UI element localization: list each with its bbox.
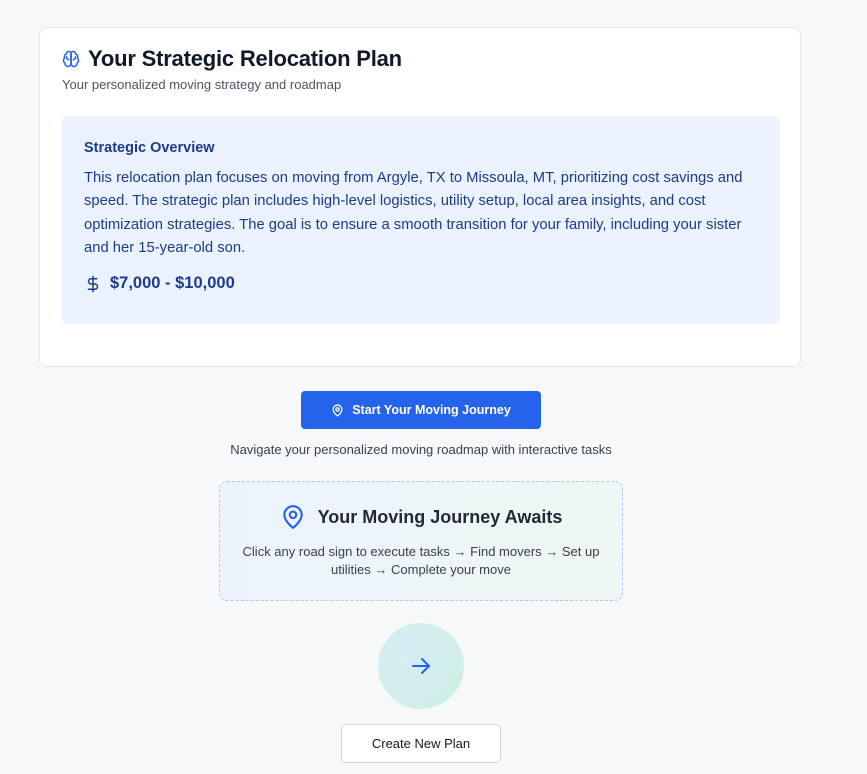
overview-heading: Strategic Overview [84, 140, 215, 156]
page: Your Strategic Relocation Plan Your pers… [0, 0, 867, 774]
dollar-icon [87, 275, 99, 292]
plan-header: Your Strategic Relocation Plan [62, 46, 402, 72]
page-title: Your Strategic Relocation Plan [88, 46, 402, 71]
arrow-right-icon [412, 658, 430, 674]
overview-text: This relocation plan focuses on moving f… [84, 170, 743, 256]
strategic-overview-panel: Strategic Overview This relocation plan … [62, 116, 780, 324]
budget-value: $7,000 - $10,000 [110, 274, 235, 293]
journey-description: Click any road sign to execute tasks → F… [242, 544, 600, 577]
start-journey-label: Start Your Moving Journey [352, 403, 511, 417]
start-journey-button[interactable]: Start Your Moving Journey [301, 391, 541, 429]
budget-estimate: $7,000 - $10,000 [84, 274, 758, 293]
journey-title-row: Your Moving Journey Awaits [220, 502, 622, 532]
journey-title: Your Moving Journey Awaits [317, 506, 563, 527]
journey-note: Navigate your personalized moving roadma… [230, 442, 612, 457]
journey-awaits-box: Your Moving Journey Awaits Click any roa… [219, 481, 623, 601]
next-step-button[interactable] [378, 623, 464, 709]
map-pin-icon [282, 505, 303, 529]
page-subtitle: Your personalized moving strategy and ro… [62, 77, 342, 92]
relocation-plan-card: Your Strategic Relocation Plan Your pers… [39, 27, 801, 367]
brain-icon [62, 50, 80, 68]
create-new-plan-button[interactable]: Create New Plan [341, 724, 501, 763]
map-pin-icon [332, 403, 343, 417]
